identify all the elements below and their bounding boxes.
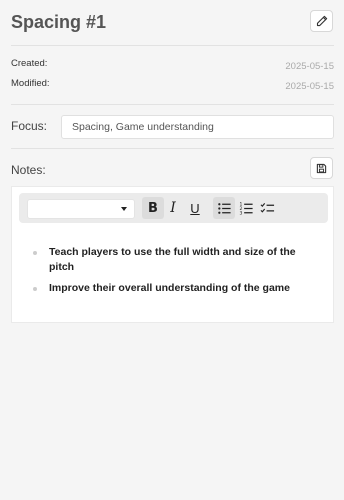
notes-editor[interactable]: B I U 123 Teach players to use the full … [11, 186, 334, 323]
svg-text:3: 3 [239, 210, 242, 216]
divider [11, 45, 334, 46]
numbered-list-button[interactable]: 123 [236, 197, 256, 219]
modified-label: Modified: [11, 78, 50, 89]
list-item-text: Teach players to use the full width and … [49, 246, 296, 273]
focus-input[interactable] [61, 115, 334, 139]
list-item-text: Improve their overall understanding of t… [49, 282, 290, 294]
checklist-button[interactable] [257, 197, 277, 219]
save-icon [316, 163, 327, 173]
divider [11, 104, 334, 105]
bullet-list-icon [217, 202, 231, 214]
font-style-select[interactable] [27, 199, 135, 219]
list-item: Improve their overall understanding of t… [30, 281, 320, 296]
bullet-dot [33, 287, 37, 291]
editor-toolbar: B I U 123 [19, 193, 328, 223]
edit-button[interactable] [310, 10, 333, 32]
focus-label: Focus: [11, 119, 48, 133]
chevron-down-icon [121, 207, 127, 211]
created-value: 2025-05-15 [285, 61, 334, 72]
bullet-dot [33, 251, 37, 255]
bold-button[interactable]: B [143, 197, 163, 219]
pencil-icon [316, 15, 327, 27]
checklist-icon [260, 202, 274, 213]
numbered-list-icon: 123 [239, 201, 253, 216]
page-title: Spacing #1 [11, 12, 107, 32]
underline-button[interactable]: U [185, 197, 205, 219]
created-label: Created: [11, 58, 48, 69]
italic-button[interactable]: I [163, 197, 183, 219]
divider [11, 148, 334, 149]
notes-label: Notes: [11, 163, 46, 177]
bullet-list-button[interactable] [214, 197, 234, 219]
save-button[interactable] [310, 157, 333, 179]
modified-value: 2025-05-15 [285, 81, 334, 92]
notes-content[interactable]: Teach players to use the full width and … [30, 245, 320, 302]
list-item: Teach players to use the full width and … [30, 245, 320, 275]
